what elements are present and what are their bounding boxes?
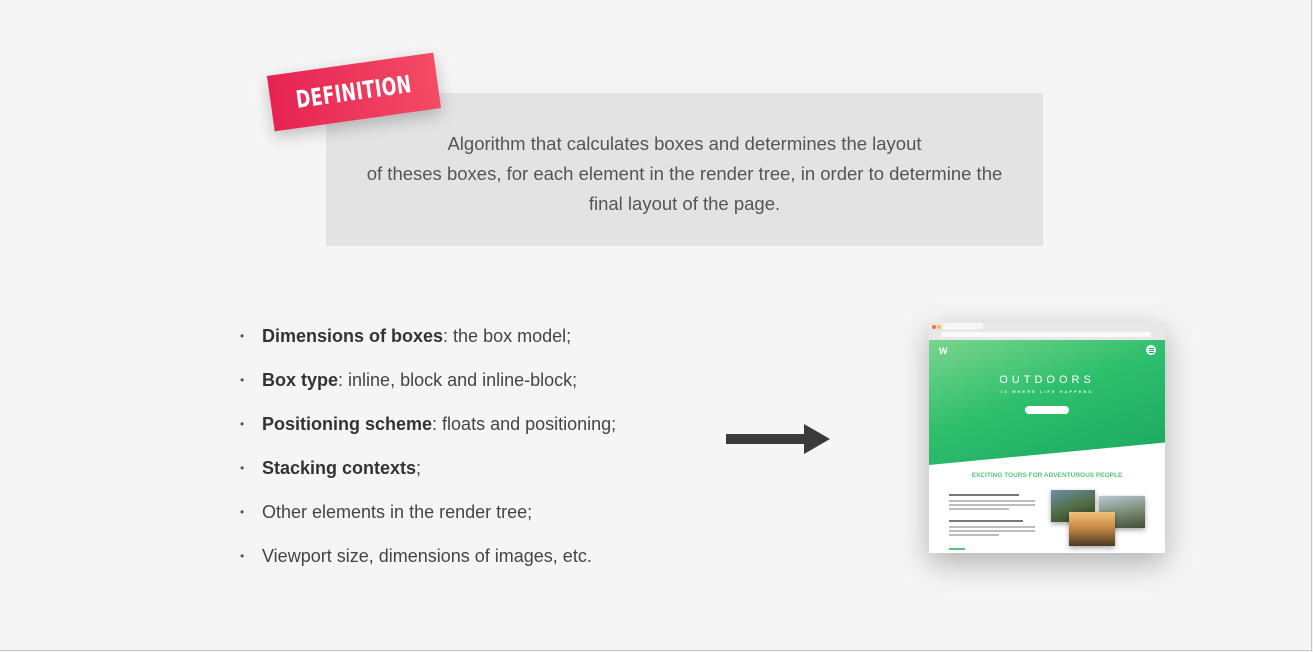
text-line: [949, 526, 1035, 528]
browser-tab: [943, 323, 983, 329]
bullet-bold: Stacking contexts: [262, 458, 417, 478]
bullet-bold: Dimensions of boxes: [262, 326, 444, 346]
section-title: EXCITING TOURS FOR ADVENTUROUS PEOPLE: [971, 472, 1123, 479]
tour-photo: [1069, 512, 1115, 546]
bullet-bold: Box type: [262, 370, 339, 390]
list-item: Stacking contexts;: [240, 454, 616, 498]
bullet-text: : floats and positioning;: [432, 414, 617, 434]
bullet-text: Other elements in the render tree;: [262, 502, 533, 522]
bullet-text: : the box model;: [443, 326, 572, 346]
text-line: [949, 534, 999, 536]
definition-text: Algorithm that calculates boxes and dete…: [366, 133, 1003, 214]
bullet-text: ;: [416, 458, 422, 478]
text-line: [949, 520, 1023, 522]
list-item: Dimensions of boxes: the box model;: [240, 322, 616, 366]
bullet-list: Dimensions of boxes: the box model; Box …: [240, 322, 616, 586]
bullet-bold: Positioning scheme: [262, 414, 433, 434]
definition-tag-label: DEFINITION: [294, 70, 414, 114]
address-bar: [941, 332, 1151, 337]
website-screenshot-thumbnail: W OUTDOORS IS WHERE LIFE HAPPENS EXCITIN…: [929, 322, 1165, 553]
text-line: [949, 508, 1009, 510]
bullet-text: Viewport size, dimensions of images, etc…: [262, 546, 592, 566]
text-line: [949, 504, 1035, 506]
list-item: Positioning scheme: floats and positioni…: [240, 410, 616, 454]
hero-subtitle: IS WHERE LIFE HAPPENS: [1000, 389, 1093, 394]
browser-chrome: [929, 322, 1165, 341]
close-dot-icon: [932, 325, 936, 329]
logo: W: [939, 346, 948, 356]
bullet-text: : inline, block and inline-block;: [338, 370, 578, 390]
list-item: Viewport size, dimensions of images, etc…: [240, 542, 616, 586]
learn-more-link: [949, 548, 965, 550]
text-line: [949, 530, 1035, 532]
minimize-dot-icon: [937, 325, 941, 329]
list-item: Other elements in the render tree;: [240, 498, 616, 542]
right-arrow-icon: [726, 424, 830, 454]
menu-icon: [1146, 345, 1156, 355]
hero-title: OUTDOORS: [999, 374, 1095, 386]
text-line: [949, 500, 1035, 502]
hero-button: [1025, 406, 1069, 414]
hero-section: W OUTDOORS IS WHERE LIFE HAPPENS: [929, 340, 1165, 465]
text-line: [949, 494, 1019, 496]
definition-box: Algorithm that calculates boxes and dete…: [326, 93, 1043, 246]
list-item: Box type: inline, block and inline-block…: [240, 366, 616, 410]
